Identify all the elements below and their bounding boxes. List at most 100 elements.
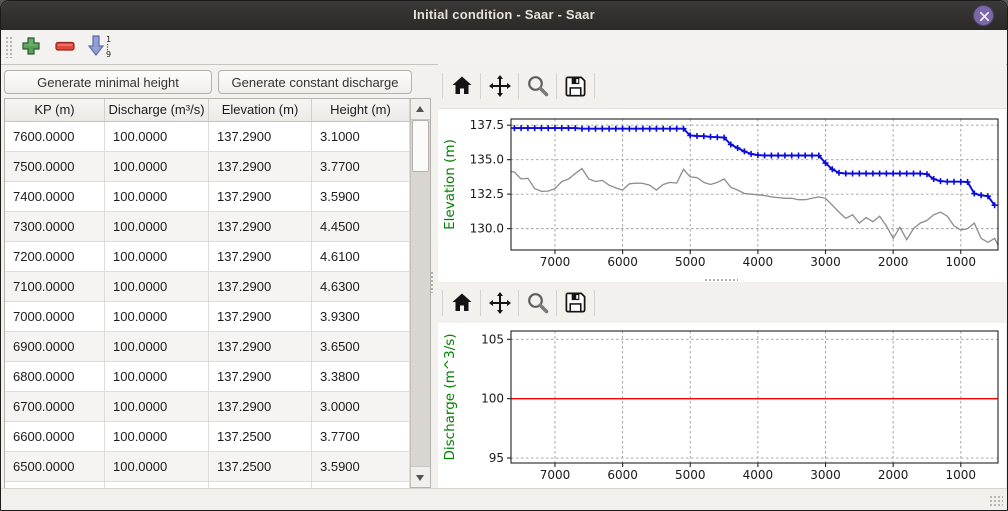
table-cell[interactable]: 137.2500 (209, 422, 312, 451)
save-floppy-icon (564, 75, 587, 98)
table-cell[interactable]: 100.0000 (105, 392, 209, 421)
table-cell[interactable]: 7200.0000 (5, 242, 105, 271)
table-row[interactable]: 7100.0000100.0000137.29004.6300 (5, 272, 410, 302)
pan-move-icon (488, 291, 512, 315)
table-row[interactable]: 6900.0000100.0000137.29003.6500 (5, 332, 410, 362)
home-button[interactable] (444, 70, 479, 102)
add-icon (21, 36, 41, 56)
remove-row-button[interactable] (51, 33, 79, 61)
table-cell[interactable]: 100.0000 (105, 212, 209, 241)
table-cell[interactable]: 3.7700 (312, 152, 410, 181)
table-cell[interactable]: 4.4500 (312, 212, 410, 241)
table-cell[interactable]: 3.9300 (312, 302, 410, 331)
table-cell[interactable]: 6700.0000 (5, 392, 105, 421)
table-cell[interactable]: 100.0000 (105, 272, 209, 301)
table-cell[interactable]: 100.0000 (105, 122, 209, 151)
table-cell[interactable]: 4.6100 (312, 242, 410, 271)
table-cell[interactable]: 100.0000 (105, 422, 209, 451)
svg-text:6000: 6000 (607, 468, 638, 482)
table-cell[interactable]: 137.2900 (209, 392, 312, 421)
generate-constant-discharge-button[interactable]: Generate constant discharge (218, 70, 412, 94)
table-cell[interactable]: 137.2900 (209, 302, 312, 331)
table-row[interactable]: 7600.0000100.0000137.29003.1000 (5, 122, 410, 152)
save-floppy-icon (564, 291, 587, 314)
pan-button[interactable] (482, 70, 517, 102)
column-header-elevation[interactable]: Elevation (m) (209, 99, 312, 121)
table-cell[interactable]: 100.0000 (105, 332, 209, 361)
table-cell[interactable]: 100.0000 (105, 362, 209, 391)
table-cell[interactable]: 6600.0000 (5, 422, 105, 451)
table-cell[interactable]: 4.6300 (312, 272, 410, 301)
table-header: KP (m) Discharge (m³/s) Elevation (m) He… (5, 99, 410, 122)
discharge-chart[interactable]: 700060005000400030002000100095100105Disc… (438, 323, 1006, 489)
zoom-button[interactable] (520, 287, 555, 319)
table-cell[interactable]: 137.2900 (209, 182, 312, 211)
toolbar-drag-handle[interactable] (5, 36, 12, 58)
table-row[interactable]: 6500.0000100.0000137.25003.5900 (5, 452, 410, 482)
panel-splitter-handle[interactable] (430, 271, 435, 293)
table-row[interactable]: 7200.0000100.0000137.29004.6100 (5, 242, 410, 272)
sort-rows-button[interactable]: 1 9 (83, 33, 115, 61)
resize-grip[interactable] (989, 495, 1003, 507)
scroll-down-button[interactable] (411, 466, 430, 487)
table-cell[interactable]: 7100.0000 (5, 272, 105, 301)
table-row[interactable]: 7300.0000100.0000137.29004.4500 (5, 212, 410, 242)
pan-button[interactable] (482, 287, 517, 319)
table-cell[interactable]: 137.2900 (209, 332, 312, 361)
table-cell[interactable]: 137.2500 (209, 452, 312, 481)
table-row[interactable]: 6600.0000100.0000137.25003.7700 (5, 422, 410, 452)
table-cell[interactable]: 7600.0000 (5, 122, 105, 151)
table-cell[interactable]: 137.2900 (209, 212, 312, 241)
save-button[interactable] (558, 287, 593, 319)
table-cell[interactable]: 100.0000 (105, 242, 209, 271)
column-header-discharge[interactable]: Discharge (m³/s) (105, 99, 209, 121)
column-header-kp[interactable]: KP (m) (5, 99, 105, 121)
plot-toolbar-discharge (438, 282, 1006, 324)
table-cell[interactable]: 3.1000 (312, 122, 410, 151)
table-cell[interactable]: 6900.0000 (5, 332, 105, 361)
scrollbar-thumb[interactable] (412, 120, 429, 172)
svg-text:6000: 6000 (607, 255, 638, 269)
add-row-button[interactable] (17, 33, 45, 61)
home-button[interactable] (444, 287, 479, 319)
table-row[interactable]: 7400.0000100.0000137.29003.5900 (5, 182, 410, 212)
table-cell[interactable]: 7000.0000 (5, 302, 105, 331)
table-cell[interactable]: 137.2900 (209, 362, 312, 391)
table-cell[interactable]: 3.0000 (312, 392, 410, 421)
column-header-height[interactable]: Height (m) (312, 99, 410, 121)
table-cell[interactable]: 3.5900 (312, 182, 410, 211)
table-cell[interactable]: 137.2900 (209, 152, 312, 181)
zoom-button[interactable] (520, 70, 555, 102)
generate-minimal-height-button[interactable]: Generate minimal height (4, 70, 212, 94)
table-cell[interactable]: 100.0000 (105, 152, 209, 181)
table-row[interactable]: 6700.0000100.0000137.29003.0000 (5, 392, 410, 422)
save-button[interactable] (558, 70, 593, 102)
magnifier-icon (526, 291, 550, 315)
table-scrollbar[interactable] (410, 99, 430, 487)
titlebar[interactable]: Initial condition - Saar - Saar (1, 1, 1007, 31)
table-cell[interactable]: 6500.0000 (5, 452, 105, 481)
scroll-up-button[interactable] (411, 99, 430, 120)
table-cell[interactable]: 137.2900 (209, 242, 312, 271)
table-cell[interactable]: 100.0000 (105, 452, 209, 481)
initial-condition-table: KP (m) Discharge (m³/s) Elevation (m) He… (4, 98, 431, 488)
elevation-chart[interactable]: 7000600050004000300020001000130.0132.513… (438, 111, 1006, 282)
table-cell[interactable]: 3.6500 (312, 332, 410, 361)
table-cell[interactable]: 3.7700 (312, 422, 410, 451)
table-cell[interactable]: 7300.0000 (5, 212, 105, 241)
remove-icon (54, 36, 76, 56)
table-cell[interactable]: 3.3800 (312, 362, 410, 391)
table-cell[interactable]: 100.0000 (105, 302, 209, 331)
table-row[interactable]: 7000.0000100.0000137.29003.9300 (5, 302, 410, 332)
table-cell[interactable]: 7500.0000 (5, 152, 105, 181)
table-cell[interactable]: 100.0000 (105, 182, 209, 211)
plot-toolbar-elevation (438, 64, 1006, 109)
table-cell[interactable]: 137.2900 (209, 122, 312, 151)
table-cell[interactable]: 137.2900 (209, 272, 312, 301)
table-cell[interactable]: 7400.0000 (5, 182, 105, 211)
close-button[interactable] (973, 5, 994, 26)
table-cell[interactable]: 3.5900 (312, 452, 410, 481)
table-row[interactable]: 7500.0000100.0000137.29003.7700 (5, 152, 410, 182)
table-cell[interactable]: 6800.0000 (5, 362, 105, 391)
table-row[interactable]: 6800.0000100.0000137.29003.3800 (5, 362, 410, 392)
